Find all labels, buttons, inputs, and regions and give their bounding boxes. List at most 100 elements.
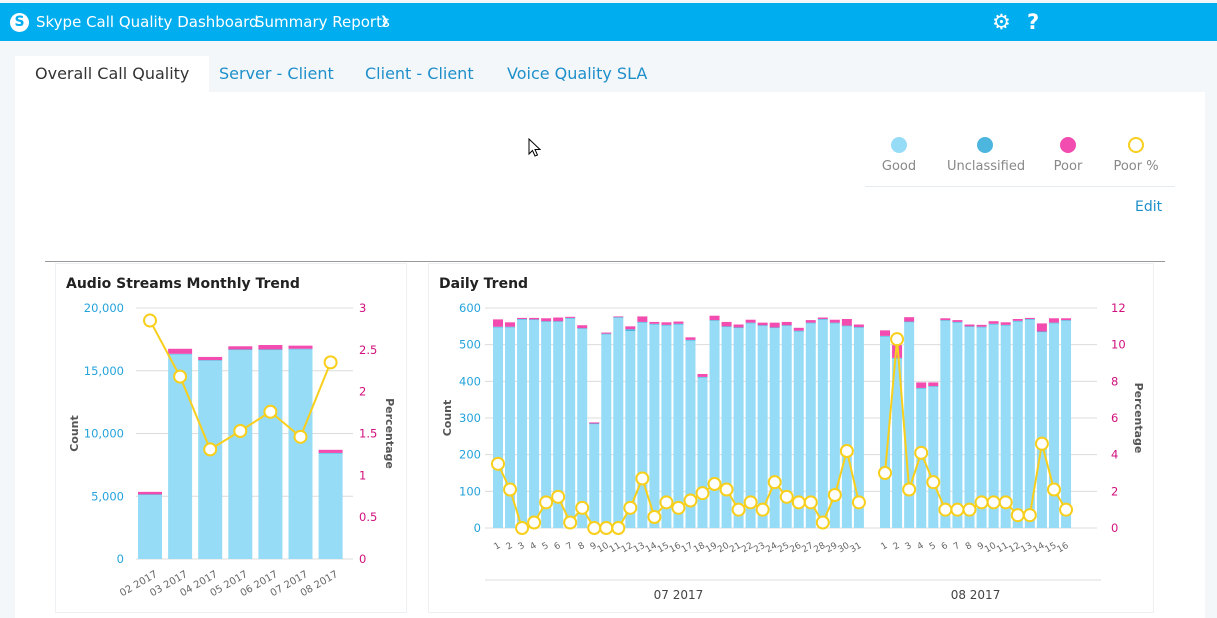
tab-client-client[interactable]: Client - Client [365, 56, 474, 92]
bar-unclassified [697, 376, 708, 378]
y-right-tick-label: 12 [1111, 301, 1126, 315]
unclassified-dot-icon [977, 137, 993, 153]
bar-poor [673, 321, 684, 324]
tab-overall-call-quality[interactable]: Overall Call Quality [15, 56, 210, 92]
monthly-trend-card: Audio Streams Monthly Trend 0 5,000 10,000… [55, 263, 407, 613]
bar-unclassified [318, 452, 343, 454]
x-tick-label: 2 [892, 541, 902, 553]
help-icon[interactable]: ? [1027, 10, 1039, 34]
y-right-axis-title: Percentage [383, 398, 396, 469]
poor-pct-point [839, 444, 854, 458]
legend-item-unclassified[interactable]: Unclassified [947, 135, 1025, 174]
tab-voice-quality-sla[interactable]: Voice Quality SLA [507, 56, 647, 92]
legend-item-poor-pct[interactable]: Poor % [1113, 135, 1159, 174]
y-tick-label: 0 [474, 521, 481, 535]
y-tick-label: 600 [459, 301, 481, 315]
bar-unclassified [138, 494, 162, 495]
poor-pct-point [233, 423, 248, 438]
y-tick-label: 500 [459, 338, 481, 352]
bar-poor [721, 321, 732, 327]
bar-poor [601, 332, 612, 334]
poor-pct-point [659, 495, 674, 510]
bar-unclassified [625, 329, 636, 332]
monthly-chart: 0 5,000 10,000 15,000 20,000 0 0.5 1 1.5 2 2.5 3 Cou… [68, 301, 396, 599]
daily-chart: 0100200300400500600024681012Count Percent… [441, 301, 1145, 602]
y-tick-label: 100 [459, 484, 481, 498]
bar-unclassified [745, 322, 756, 324]
bar-poor [853, 324, 864, 328]
bar-poor [258, 345, 283, 350]
bar-poor [198, 356, 223, 361]
bar-unclassified [1000, 324, 1011, 326]
bar-poor [805, 320, 816, 323]
bar-unclassified [168, 353, 193, 355]
bar-unclassified [853, 327, 864, 328]
bar-poor [1012, 319, 1023, 321]
bar-good [1036, 332, 1047, 528]
chevron-down-icon[interactable]: ❯ [380, 14, 389, 27]
poor-pct-point [878, 466, 892, 480]
bar-poor [318, 449, 343, 453]
bar-poor [168, 348, 193, 354]
legend-label: Poor [1053, 159, 1083, 174]
bar-unclassified [565, 317, 576, 319]
legend-item-poor[interactable]: Poor [1051, 135, 1085, 174]
poor-pct-point [563, 515, 578, 530]
bar-poor [916, 382, 927, 388]
y-tick-label: 15,000 [84, 364, 124, 378]
poor-pct-point [293, 429, 308, 444]
bar-unclassified [781, 325, 792, 326]
legend-item-good[interactable]: Good [881, 135, 917, 174]
bar-unclassified [988, 323, 999, 325]
bar-unclassified [661, 324, 672, 326]
bar-poor [781, 321, 792, 326]
poor-pct-point [803, 495, 818, 510]
y-right-tick-label: 2 [359, 385, 366, 399]
poor-pct-point [1034, 436, 1049, 451]
bar-good [198, 360, 223, 559]
bar-good [517, 319, 528, 528]
y-axis-title: Count [68, 415, 81, 452]
bar-poor [637, 316, 648, 322]
bar-unclassified [793, 330, 804, 332]
bar-good [493, 327, 503, 528]
bar-unclassified [673, 323, 684, 325]
y-tick-label: 300 [459, 411, 481, 425]
poor-pct-point [575, 500, 590, 515]
bar-poor [661, 322, 672, 325]
poor-pct-point [1059, 502, 1074, 517]
bar-good [673, 324, 684, 528]
bar-poor [505, 322, 516, 327]
poor-pct-point [671, 500, 686, 515]
bar-good [709, 320, 720, 528]
bar-good [318, 453, 343, 559]
edit-link[interactable]: Edit [1135, 199, 1162, 215]
poor-pct-point [599, 521, 614, 535]
bar-good [817, 319, 828, 528]
mouse-cursor-icon [528, 138, 542, 157]
bar-unclassified [1061, 320, 1072, 321]
x-tick-label: 8 [964, 541, 974, 553]
bar-poor [841, 319, 852, 326]
bar-good [589, 424, 600, 528]
bar-unclassified [940, 320, 951, 321]
poor-pct-point [938, 502, 953, 517]
summary-reports-menu[interactable]: Summary Reports [255, 13, 390, 31]
bar-unclassified [529, 319, 540, 321]
section-divider [45, 261, 1165, 262]
bar-good [952, 322, 963, 528]
bar-unclassified [769, 327, 780, 329]
bar-poor [1024, 317, 1035, 319]
bar-unclassified [733, 327, 744, 329]
gear-icon[interactable]: ⚙ [992, 10, 1011, 34]
bar-unclassified [952, 321, 963, 323]
x-tick-label: 31 [848, 541, 863, 555]
y-right-tick-label: 6 [1111, 411, 1118, 425]
tab-server-client[interactable]: Server - Client [219, 56, 334, 92]
app-title[interactable]: Skype Call Quality Dashboard [36, 13, 259, 31]
y-tick-label: 5,000 [91, 489, 124, 503]
poor-pct-point [263, 404, 278, 419]
bar-unclassified [1036, 331, 1047, 333]
bar-poor [745, 319, 756, 323]
bar-good [769, 328, 780, 528]
